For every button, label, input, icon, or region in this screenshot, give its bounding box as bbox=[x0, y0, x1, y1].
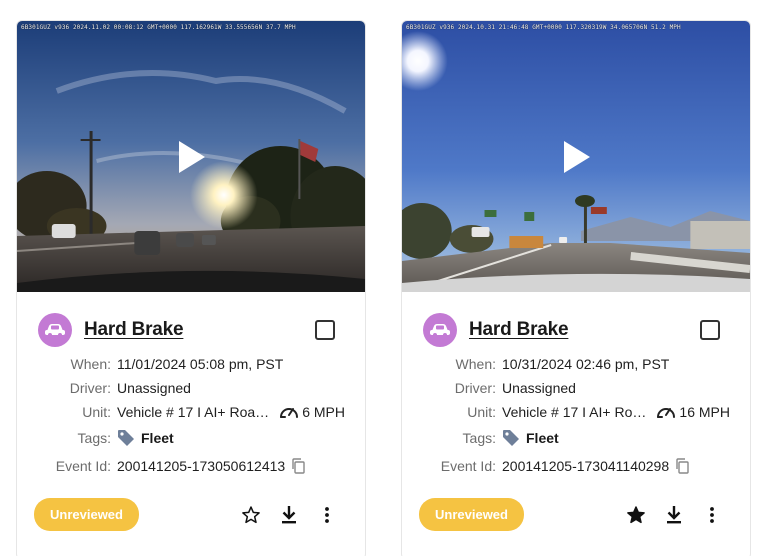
speed: 16 MPH bbox=[656, 403, 730, 421]
driver-label: Driver: bbox=[454, 380, 496, 396]
video-overlay-text: 6B301GUZ v936 2024.10.31 21:46:48 GMT+00… bbox=[406, 24, 681, 31]
select-checkbox[interactable] bbox=[315, 320, 335, 340]
event-id-value: 200141205-173050612413 bbox=[117, 458, 286, 474]
video-overlay-text: 6B301GUZ v936 2024.11.02 00:08:12 GMT+00… bbox=[21, 24, 296, 31]
event-id-value: 200141205-173041140298 bbox=[502, 458, 670, 474]
tag-chip[interactable]: Fleet bbox=[117, 429, 174, 447]
download-icon[interactable] bbox=[662, 503, 686, 527]
tag-chip[interactable]: Fleet bbox=[502, 429, 559, 447]
select-checkbox[interactable] bbox=[700, 320, 720, 340]
tag-label: Fleet bbox=[141, 430, 174, 446]
unit-value: Vehicle # 17 I AI+ Road ... bbox=[502, 404, 651, 420]
event-title-link[interactable]: Hard Brake bbox=[469, 319, 569, 341]
more-vertical-icon[interactable] bbox=[315, 503, 339, 527]
event-card: 6B301GUZ v936 2024.10.31 21:46:48 GMT+00… bbox=[401, 20, 751, 556]
car-crash-icon bbox=[423, 313, 457, 347]
when-label: When: bbox=[455, 356, 496, 372]
car-crash-icon bbox=[38, 313, 72, 347]
status-badge: Unreviewed bbox=[419, 498, 524, 531]
tag-icon bbox=[118, 430, 134, 446]
copy-icon[interactable] bbox=[291, 458, 305, 474]
when-value: 11/01/2024 05:08 pm, PST bbox=[117, 356, 284, 372]
driver-value: Unassigned bbox=[117, 380, 191, 396]
copy-icon[interactable] bbox=[675, 458, 689, 474]
star-filled-icon[interactable] bbox=[624, 503, 648, 527]
tags-label: Tags: bbox=[462, 430, 496, 446]
status-badge: Unreviewed bbox=[34, 498, 139, 531]
event-card: 6B301GUZ v936 2024.11.02 00:08:12 GMT+00… bbox=[16, 20, 366, 556]
video-thumbnail[interactable]: 6B301GUZ v936 2024.11.02 00:08:12 GMT+00… bbox=[17, 21, 365, 292]
when-label: When: bbox=[70, 356, 111, 372]
when-value: 10/31/2024 02:46 pm, PST bbox=[502, 356, 670, 372]
speedometer-icon bbox=[657, 408, 676, 418]
unit-value: Vehicle # 17 I AI+ Road ... bbox=[117, 404, 274, 420]
event-id-label: Event Id: bbox=[55, 458, 111, 474]
video-thumbnail[interactable]: 6B301GUZ v936 2024.10.31 21:46:48 GMT+00… bbox=[402, 21, 750, 292]
unit-label: Unit: bbox=[82, 404, 111, 420]
tag-label: Fleet bbox=[526, 430, 559, 446]
speedometer-icon bbox=[280, 408, 299, 418]
speed: 6 MPH bbox=[279, 403, 345, 421]
driver-label: Driver: bbox=[69, 380, 111, 396]
play-icon[interactable] bbox=[171, 137, 211, 177]
driver-value: Unassigned bbox=[502, 380, 576, 396]
event-id-label: Event Id: bbox=[440, 458, 496, 474]
speed-value: 6 MPH bbox=[302, 404, 345, 420]
more-vertical-icon[interactable] bbox=[700, 503, 724, 527]
tags-label: Tags: bbox=[77, 430, 111, 446]
event-title-link[interactable]: Hard Brake bbox=[84, 319, 184, 341]
play-icon[interactable] bbox=[556, 137, 596, 177]
unit-label: Unit: bbox=[467, 404, 496, 420]
speed-value: 16 MPH bbox=[679, 404, 730, 420]
star-icon[interactable] bbox=[239, 503, 263, 527]
download-icon[interactable] bbox=[277, 503, 301, 527]
tag-icon bbox=[503, 430, 519, 446]
